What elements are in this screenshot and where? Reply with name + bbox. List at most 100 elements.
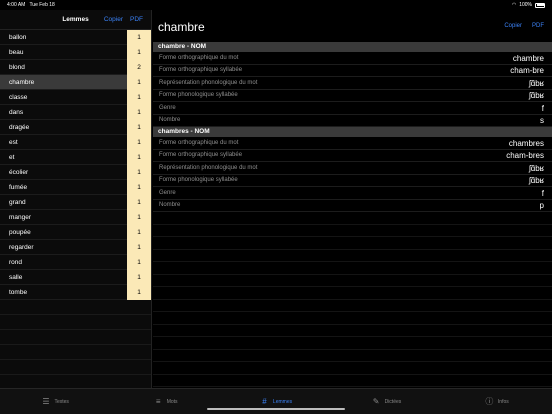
property-label: Représentation phonologique du mot [159,79,258,86]
lemma-row[interactable]: et 1 [0,150,151,165]
lemma-row[interactable]: blond 2 [0,60,151,75]
property-label: Forme orthographique du mot [159,139,239,146]
empty-row [153,287,552,300]
status-bar: 4:00 AM Tue Feb 18 ◠ 100% [0,0,552,10]
lemma-label: rond [9,259,23,266]
lemma-label: dans [9,109,24,116]
property-row: Représentation phonologique du mot ʃɑ̃bʁ [153,162,552,175]
lemma-count-badge: 1 [127,30,151,45]
empty-row [0,315,151,330]
tab-label: Textes [54,398,69,405]
property-label: Genre [159,189,176,196]
lemma-row[interactable]: salle 1 [0,270,151,285]
empty-row [153,362,552,375]
detail-copy-button[interactable]: Copier [504,23,522,29]
property-label: Représentation phonologique du mot [159,164,258,171]
lemma-label: et [9,154,15,161]
lemma-count-badge: 1 [127,90,151,105]
lemma-row[interactable]: fumée 1 [0,180,151,195]
lemma-count-badge: 1 [127,150,151,165]
lemma-row[interactable]: écolier 1 [0,165,151,180]
property-label: Forme orthographique syllabée [159,152,243,158]
battery-percent: 100% [519,2,532,8]
lemma-row[interactable]: grand 1 [0,195,151,210]
property-row: Nombre s [153,115,552,127]
lemma-count-badge: 1 [127,255,151,270]
lemma-label: classe [9,94,28,101]
empty-row [153,337,552,350]
tab-dictées[interactable]: ✎ Dictées [331,389,441,414]
dictation-icon: ✎ [372,397,380,406]
property-value: ʃɑ̃bʁ [528,163,544,173]
property-value: s [540,116,544,125]
lemma-count-badge: 1 [127,45,151,60]
property-row: Nombre p [153,200,552,212]
lemma-row[interactable]: regarder 1 [0,240,151,255]
lemma-row[interactable]: chambre 1 [0,75,151,90]
lemma-count-badge: 1 [127,210,151,225]
property-value: f [541,103,544,113]
property-value: ʃɑ̃bʁ [528,91,544,100]
property-row: Forme orthographique du mot chambres [153,137,552,150]
empty-row [0,360,151,375]
tab-mots[interactable]: ≡ Mots [110,389,220,414]
property-value: chambre [512,53,544,63]
property-label: Forme orthographique syllabée [159,67,243,73]
tab-lemmes[interactable]: # Lemmes [221,389,331,414]
lemma-row[interactable]: tombe 1 [0,285,151,300]
lemma-sidebar: Lemmes Copier PDF ballon 1 beau 1 blond 2 cham… [0,10,152,388]
lemma-row[interactable]: poupée 1 [0,225,151,240]
sidebar-copy-button[interactable]: Copier [104,16,123,23]
lemma-label: fumée [9,184,28,191]
property-row: Forme orthographique syllabée cham-bres [153,150,552,162]
tab-label: Infos [497,398,509,405]
lemma-label: blond [9,64,25,71]
property-value: cham-bres [506,151,544,160]
property-value: f [541,188,544,198]
lemma-label: est [9,139,18,146]
lemma-count-badge: 1 [127,120,151,135]
lemma-count-badge: 1 [127,285,151,300]
property-row: Forme phonologique syllabée ʃɑ̃bʁ [153,175,552,187]
tab-textes[interactable]: ☰ Textes [0,389,110,414]
empty-row [153,350,552,362]
detail-sections: chambre - NOM Forme orthographique du mot… [153,42,552,387]
lemma-row[interactable]: manger 1 [0,210,151,225]
lemma-count-badge: 2 [127,60,151,75]
empty-row [153,275,552,287]
lemma-row[interactable]: ballon 1 [0,30,151,45]
empty-row [153,375,552,387]
property-value: ʃɑ̃bʁ [528,176,544,185]
home-indicator [207,408,345,410]
tab-infos[interactable]: ⓘ Infos [442,389,552,414]
empty-row [153,300,552,312]
lemma-count-badge: 1 [127,225,151,240]
lemma-row[interactable]: est 1 [0,135,151,150]
lemma-row[interactable]: classe 1 [0,90,151,105]
lemma-label: ballon [9,34,27,41]
lemma-label: grand [9,199,26,206]
sidebar-pdf-button[interactable]: PDF [130,16,143,23]
lemma-row[interactable]: beau 1 [0,45,151,60]
list-icon: ≡ [155,397,161,406]
property-label: Forme phonologique syllabée [159,177,238,183]
detail-title: chambre [158,20,205,34]
tab-bar: ☰ Textes ≡ Mots # Lemmes ✎ Dictées ⓘ Infos [0,388,552,414]
property-label: Forme orthographique du mot [159,54,239,61]
lemma-row[interactable]: dans 1 [0,105,151,120]
empty-row [153,312,552,325]
lemma-label: salle [9,274,23,281]
tab-label: Mots [166,398,178,405]
lemma-row[interactable]: dragée 1 [0,120,151,135]
section-header: chambre - NOM [153,42,552,52]
property-row: Genre f [153,102,552,115]
section-header: chambres - NOM [153,127,552,137]
status-date: Tue Feb 18 [29,2,55,8]
detail-pdf-button[interactable]: PDF [532,23,544,29]
property-row: Forme orthographique syllabée cham-bre [153,65,552,77]
lemma-count-badge: 1 [127,180,151,195]
info-icon: ⓘ [485,397,494,406]
text-lines-icon: ☰ [42,397,50,406]
battery-icon [535,2,545,8]
lemma-row[interactable]: rond 1 [0,255,151,270]
